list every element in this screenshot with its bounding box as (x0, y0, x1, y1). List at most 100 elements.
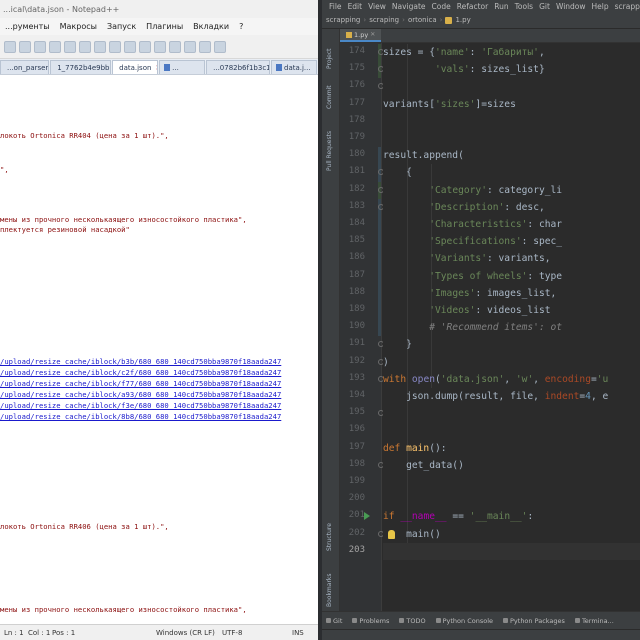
line-number[interactable]: 198 (349, 459, 365, 469)
code-line[interactable]: 'Characteristics': char (383, 216, 562, 233)
breadcrumb-file[interactable]: 1.py (455, 16, 470, 24)
editor-link-line[interactable]: /upload/resize_cache/iblock/f77/680_680_… (0, 379, 281, 388)
tab-data-json[interactable]: data.json✕ (112, 60, 159, 74)
line-number[interactable]: 194 (349, 390, 365, 400)
code-line[interactable]: # 'Recommend items': ot (383, 319, 562, 336)
line-number[interactable]: 185 (349, 235, 365, 245)
bookmarks-tool-button[interactable]: Bookmarks (326, 573, 333, 607)
open-file-icon[interactable] (19, 40, 31, 53)
breadcrumb-item[interactable]: scrapping (326, 16, 360, 24)
python-console-tool-button[interactable]: Python Console (435, 617, 493, 625)
line-number[interactable]: 178 (349, 115, 365, 125)
vcs-change-marker[interactable] (378, 284, 381, 302)
save-icon[interactable] (34, 40, 46, 53)
code-line[interactable]: 'Variants': variants, (383, 250, 550, 267)
line-number[interactable]: 199 (349, 476, 365, 486)
line-number[interactable]: 180 (349, 149, 365, 159)
menu-navigate[interactable]: Navigate (389, 2, 429, 11)
editor-link-line[interactable]: /upload/resize_cache/iblock/f3e/680_680_… (0, 401, 281, 410)
vcs-change-marker[interactable] (378, 233, 381, 251)
line-number[interactable]: 176 (349, 80, 365, 90)
menu-help[interactable]: ? (234, 22, 248, 31)
menu-git[interactable]: Git (536, 2, 553, 11)
code-line[interactable]: def main(): (383, 440, 447, 457)
code-line[interactable]: } (383, 336, 412, 353)
undo-icon[interactable] (139, 40, 151, 53)
line-number[interactable]: 203 (349, 545, 365, 555)
terminal-tool-button[interactable]: Termina... (574, 617, 614, 625)
print-icon[interactable] (79, 40, 91, 53)
menu-run[interactable]: Run (491, 2, 511, 11)
menu-window[interactable]: Window (553, 2, 589, 11)
line-number[interactable]: 187 (349, 270, 365, 280)
close-icon[interactable]: ✕ (370, 31, 375, 38)
menu-tools[interactable]: Tools (512, 2, 536, 11)
code-line[interactable]: if __name__ == '__main__': (383, 508, 533, 525)
editor-link-line[interactable]: /upload/resize_cache/iblock/c2f/680_680_… (0, 368, 281, 377)
menu-run[interactable]: Запуск (102, 22, 141, 31)
zoom-out-icon[interactable] (214, 40, 226, 53)
project-tool-button[interactable]: Project (326, 48, 333, 69)
line-number[interactable]: 193 (349, 373, 365, 383)
tab-file[interactable]: ... (159, 60, 206, 74)
vcs-change-marker[interactable] (378, 147, 381, 165)
line-number[interactable]: 196 (349, 424, 365, 434)
line-number[interactable]: 202 (349, 528, 365, 538)
menu-edit[interactable]: Edit (345, 2, 366, 11)
run-icon[interactable] (364, 512, 370, 521)
code-line[interactable]: 'Videos': videos_list (383, 302, 550, 319)
line-number[interactable]: 188 (349, 287, 365, 297)
code-line[interactable]: 'Types of wheels': type (383, 268, 562, 285)
line-number[interactable]: 183 (349, 201, 365, 211)
intention-bulb-icon[interactable] (388, 529, 395, 539)
vcs-change-marker[interactable] (378, 267, 381, 285)
todo-tool-button[interactable]: TODO (399, 617, 426, 625)
breadcrumb-item[interactable]: ortonica (408, 16, 437, 24)
line-number[interactable]: 190 (349, 321, 365, 331)
code-line[interactable]: get_data() (383, 457, 464, 474)
breadcrumb-item[interactable]: scraping (369, 16, 399, 24)
commit-tool-button[interactable]: Commit (326, 85, 333, 109)
replace-icon[interactable] (184, 40, 196, 53)
tab-file[interactable]: ...0782b6f1b3c157.pg✕ (206, 60, 270, 74)
editor-link-line[interactable]: /upload/resize_cache/iblock/b3b/680_680_… (0, 357, 281, 366)
code-line[interactable]: ) (383, 354, 389, 371)
vcs-change-marker[interactable] (378, 250, 381, 268)
tab-1-py[interactable]: 1.py ✕ (340, 29, 382, 42)
line-number[interactable]: 189 (349, 304, 365, 314)
code-line[interactable] (383, 542, 640, 560)
line-number[interactable]: 195 (349, 407, 365, 417)
zoom-in-icon[interactable] (199, 40, 211, 53)
code-line[interactable]: json.dump(result, file, indent=4, e (383, 388, 608, 405)
line-number[interactable]: 197 (349, 442, 365, 452)
code-line[interactable]: result.append( (383, 147, 464, 164)
menu-help[interactable]: Help (589, 2, 612, 11)
line-number[interactable]: 200 (349, 493, 365, 503)
code-line[interactable]: 'Images': images_list, (383, 285, 556, 302)
code-line[interactable]: { (383, 164, 412, 181)
python-packages-tool-button[interactable]: Python Packages (503, 617, 565, 625)
paste-icon[interactable] (124, 40, 136, 53)
menu-tabs[interactable]: Вкладки (188, 22, 234, 31)
code-line[interactable]: 'Specifications': spec_ (383, 233, 562, 250)
notepad-editor[interactable]: локоть Ortonica RR404 (цена за 1 шт).", … (0, 75, 318, 624)
find-icon[interactable] (169, 40, 181, 53)
tab-file[interactable]: data.j... (271, 60, 317, 74)
tab-file[interactable]: 1_7762b4e9bb6dd...✕ (50, 60, 112, 74)
menu-plugins[interactable]: Плагины (141, 22, 188, 31)
line-number[interactable]: 201 (349, 510, 365, 520)
code-line[interactable]: with open('data.json', 'w', encoding='u (383, 371, 608, 388)
code-line[interactable]: sizes = {'name': 'Габариты', (383, 44, 545, 61)
copy-icon[interactable] (109, 40, 121, 53)
redo-icon[interactable] (154, 40, 166, 53)
pull-requests-tool-button[interactable]: Pull Requests (326, 131, 333, 171)
cut-icon[interactable] (94, 40, 106, 53)
git-tool-button[interactable]: Git (326, 617, 342, 625)
line-number[interactable]: 186 (349, 252, 365, 262)
line-number[interactable]: 179 (349, 132, 365, 142)
problems-tool-button[interactable]: Problems (352, 617, 389, 625)
new-file-icon[interactable] (4, 40, 16, 53)
line-number[interactable]: 191 (349, 338, 365, 348)
editor-link-line[interactable]: /upload/resize_cache/iblock/8b8/680_680_… (0, 412, 281, 421)
menu-tools[interactable]: ...рументы (0, 22, 55, 31)
